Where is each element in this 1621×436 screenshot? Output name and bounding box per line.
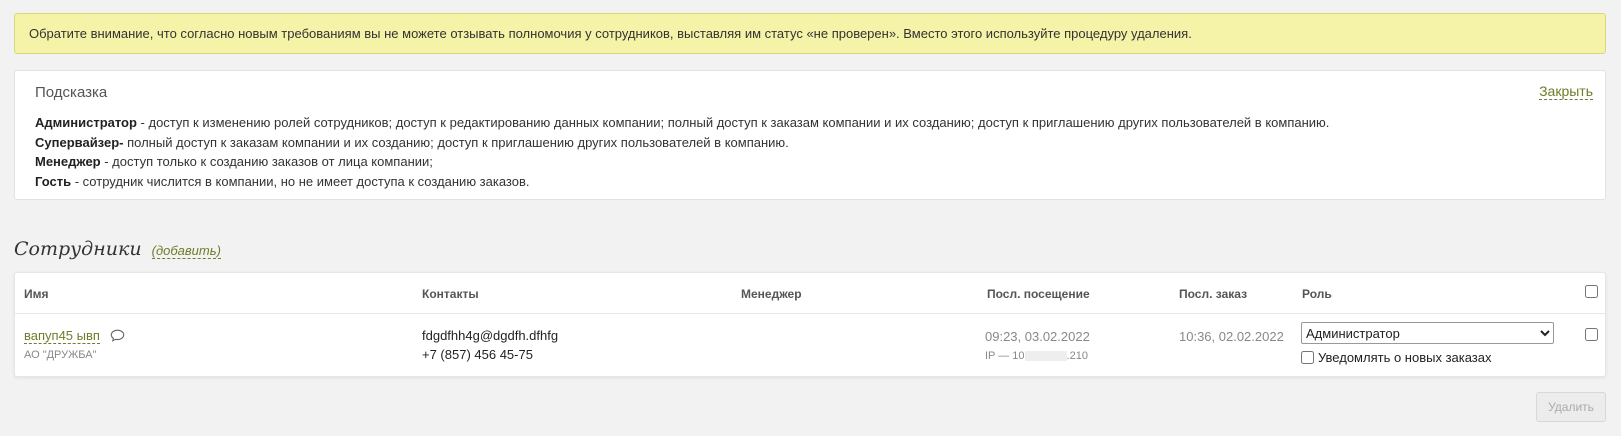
- add-employee-link[interactable]: (добавить): [151, 243, 221, 259]
- hint-panel: Подсказка Закрыть Администратор - доступ…: [14, 70, 1606, 200]
- employees-heading: Сотрудники (добавить): [14, 238, 221, 260]
- hint-line-guest: Гость - сотрудник числится в компании, н…: [35, 172, 1329, 192]
- ip-redacted: [1024, 351, 1067, 362]
- col-role: Роль: [1302, 287, 1332, 301]
- hint-role-supervisor: Супервайзер-: [35, 134, 124, 150]
- hint-line-manager: Менеджер - доступ только к созданию зака…: [35, 152, 1329, 172]
- notice-text: Обратите внимание, что согласно новым тр…: [29, 26, 1192, 41]
- hint-close-link[interactable]: Закрыть: [1539, 83, 1593, 100]
- notify-orders-checkbox[interactable]: [1301, 351, 1314, 364]
- hint-desc-guest: - сотрудник числится в компании, но не и…: [71, 173, 530, 189]
- notice-banner: Обратите внимание, что согласно новым тр…: [14, 13, 1606, 54]
- hint-title: Подсказка: [35, 84, 108, 101]
- employee-company: АО "ДРУЖБА": [24, 349, 97, 361]
- delete-button[interactable]: Удалить: [1536, 392, 1606, 422]
- employee-phone: +7 (857) 456 45-75: [422, 347, 533, 362]
- hint-lines: Администратор - доступ к изменению ролей…: [35, 113, 1329, 191]
- employee-name-link[interactable]: вапуп45 ывп: [24, 328, 100, 344]
- comment-icon[interactable]: [110, 329, 125, 345]
- hint-line-admin: Администратор - доступ к изменению ролей…: [35, 113, 1329, 133]
- role-select[interactable]: Администратор: [1301, 322, 1554, 344]
- col-name: Имя: [24, 287, 49, 301]
- employee-last-visit: 09:23, 03.02.2022: [985, 329, 1090, 344]
- col-last-visit: Посл. посещение: [987, 287, 1090, 301]
- employee-name-cell: вапуп45 ывп: [24, 328, 125, 345]
- notify-orders-label: Уведомлять о новых заказах: [1318, 350, 1492, 365]
- hint-desc-supervisor: полный доступ к заказам компании и их со…: [123, 134, 789, 150]
- employee-email: fdgdfhh4g@dgdfh.dfhfg: [422, 328, 559, 343]
- hint-line-supervisor: Супервайзер- полный доступ к заказам ком…: [35, 133, 1329, 153]
- hint-desc-admin: - доступ к изменению ролей сотрудников; …: [136, 115, 1330, 130]
- employees-title: Сотрудники: [14, 238, 142, 260]
- ip-prefix: IP — 10: [985, 350, 1025, 362]
- employees-table: Имя Контакты Менеджер Посл. посещение По…: [14, 272, 1606, 377]
- notify-orders-toggle[interactable]: Уведомлять о новых заказах: [1301, 350, 1492, 365]
- employee-last-order: 10:36, 02.02.2022: [1179, 329, 1284, 344]
- table-header: Имя Контакты Менеджер Посл. посещение По…: [15, 273, 1605, 314]
- row-select-checkbox[interactable]: [1585, 328, 1598, 341]
- employee-ip: IP — 10 .210: [985, 350, 1088, 362]
- hint-desc-manager: - доступ только к созданию заказов от ли…: [100, 154, 433, 169]
- hint-role-guest: Гость: [35, 173, 72, 189]
- hint-role-manager: Менеджер: [35, 154, 101, 169]
- col-last-order: Посл. заказ: [1179, 287, 1248, 301]
- select-all-checkbox[interactable]: [1585, 285, 1598, 298]
- col-contacts: Контакты: [422, 287, 479, 301]
- col-manager: Менеджер: [741, 287, 802, 301]
- hint-role-admin: Администратор: [35, 115, 137, 130]
- ip-suffix: .210: [1066, 350, 1088, 362]
